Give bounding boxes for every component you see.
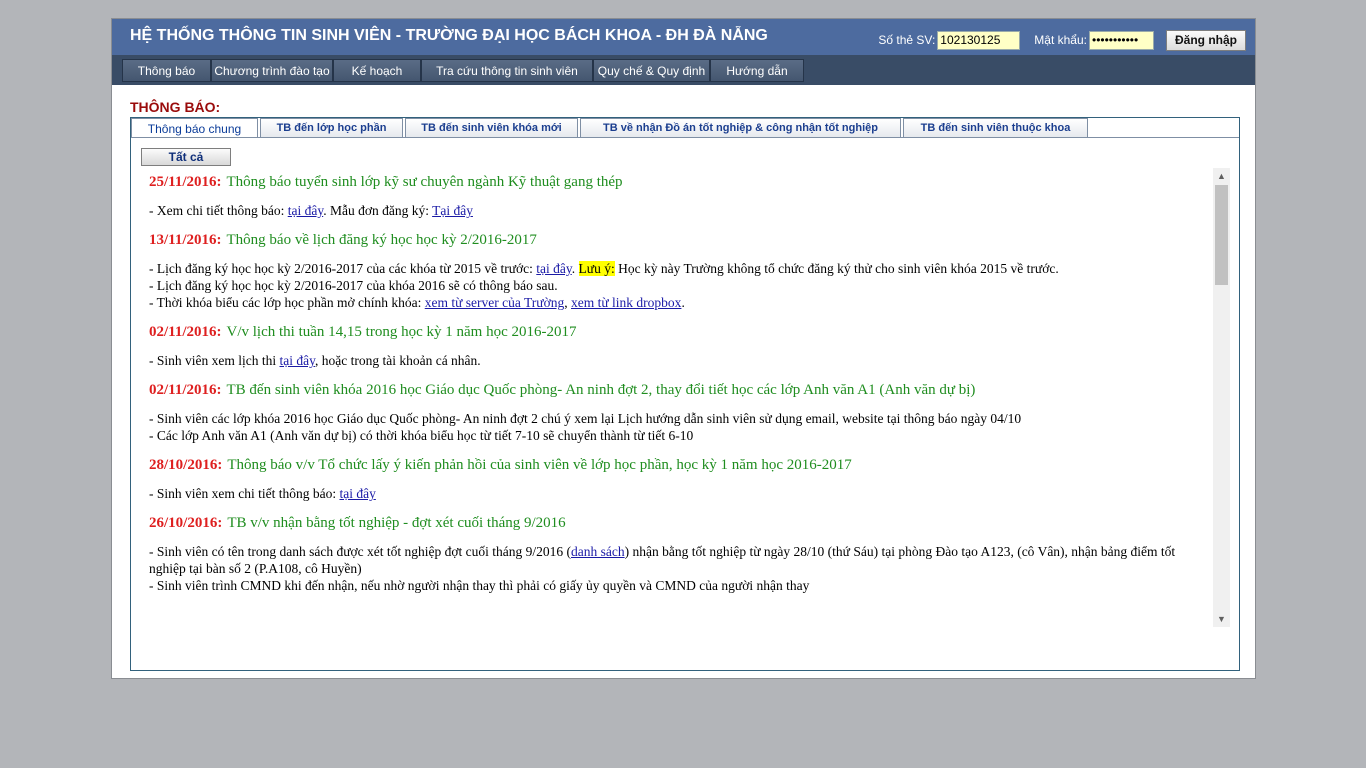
tab-new-students[interactable]: TB đến sinh viên khóa mới xyxy=(405,118,578,137)
notice-link[interactable]: tại đây xyxy=(280,353,315,368)
notice-link[interactable]: tại đây xyxy=(536,261,571,276)
notice-line: - Sinh viên có tên trong danh sách được … xyxy=(149,543,1210,577)
scroll-thumb[interactable] xyxy=(1215,185,1228,285)
notice-list[interactable]: 25/11/2016: Thông báo tuyển sinh lớp kỹ s… xyxy=(139,168,1230,627)
notice-line: - Sinh viên xem lịch thi tại đây, hoặc t… xyxy=(149,352,1210,369)
notice-link[interactable]: xem từ server của Trường xyxy=(425,295,565,310)
notice-date: 28/10/2016: xyxy=(149,457,223,473)
notice-text: - Sinh viên có tên trong danh sách được … xyxy=(149,544,572,559)
notice-title-row: 25/11/2016: Thông báo tuyển sinh lớp kỹ s… xyxy=(149,173,1210,192)
tab-faculty[interactable]: TB đến sinh viên thuộc khoa xyxy=(903,118,1088,137)
notice-link[interactable]: tại đây xyxy=(288,203,323,218)
notice-line: - Lịch đăng ký học học kỳ 2/2016-2017 củ… xyxy=(149,278,558,293)
notice-link[interactable]: tại đây xyxy=(339,486,375,501)
notice-text: . Mẫu đơn đăng ký: xyxy=(323,203,433,218)
notice-title-row: 26/10/2016: TB v/v nhận bằng tốt nghiệp -… xyxy=(149,514,1210,533)
notice-heading: THÔNG BÁO: xyxy=(130,99,221,115)
notice-line: - Sinh viên xem chi tiết thông báo: tại … xyxy=(149,485,1210,502)
tab-course-class[interactable]: TB đến lớp học phần xyxy=(260,118,403,137)
notice-date: 02/11/2016: xyxy=(149,324,222,340)
notice-link[interactable]: danh sách xyxy=(571,544,625,559)
notice-link[interactable]: Tại đây xyxy=(432,203,473,218)
password-input[interactable] xyxy=(1089,30,1154,50)
notice-panel: Thông báo chung TB đến lớp học phần TB đ… xyxy=(130,117,1240,671)
notice-text: - Thời khóa biểu các lớp học phần mở chí… xyxy=(149,295,425,310)
student-id-input[interactable] xyxy=(937,30,1021,50)
notice-text: . xyxy=(571,261,579,276)
notice-title: TB v/v nhận bằng tốt nghiệp - đợt xét cu… xyxy=(227,515,566,531)
notice-line: - Sinh viên các lớp khóa 2016 học Giáo d… xyxy=(149,411,1022,426)
tab-general[interactable]: Thông báo chung xyxy=(131,118,258,138)
notice-text: , xyxy=(564,295,571,310)
notice-text: , hoặc trong tài khoản cá nhân. xyxy=(314,353,481,368)
notice-link[interactable]: xem từ link dropbox xyxy=(571,295,681,310)
notice-text: - Xem chi tiết thông báo: xyxy=(149,203,288,218)
notice-title: V/v lịch thi tuần 14,15 trong học kỳ 1 n… xyxy=(226,324,577,340)
notice-line: - Các lớp Anh văn A1 (Anh văn dự bị) có … xyxy=(149,428,694,443)
nav-item-notices[interactable]: Thông báo xyxy=(122,59,211,82)
notice-date: 02/11/2016: xyxy=(149,382,222,398)
notice-item: 28/10/2016: Thông báo v/v Tổ chức lấy ý k… xyxy=(149,456,1210,502)
notice-title-row: 13/11/2016: Thông báo về lịch đăng ký học… xyxy=(149,231,1210,250)
notice-item: 25/11/2016: Thông báo tuyển sinh lớp kỹ s… xyxy=(149,173,1210,219)
notice-text: . xyxy=(681,295,685,310)
filter-all-button[interactable]: Tất cả xyxy=(141,148,231,166)
notice-item: 02/11/2016: TB đến sinh viên khóa 2016 họ… xyxy=(149,381,1210,444)
nav-item-curriculum[interactable]: Chương trình đào tạo xyxy=(211,59,333,82)
notice-title: Thông báo về lịch đăng ký học học kỳ 2/2… xyxy=(226,232,537,248)
notice-text: - Sinh viên xem lịch thi xyxy=(149,353,280,368)
notice-line: - Lịch đăng ký học học kỳ 2/2016-2017 củ… xyxy=(149,260,1210,277)
notice-title-row: 02/11/2016: TB đến sinh viên khóa 2016 họ… xyxy=(149,381,1210,400)
scroll-up-icon[interactable]: ▲ xyxy=(1213,168,1230,184)
tab-divider xyxy=(131,137,1239,138)
notice-line: - Sinh viên trình CMND khi đến nhận, nếu… xyxy=(149,578,810,593)
login-button[interactable]: Đăng nhập xyxy=(1166,29,1246,51)
notice-title-row: 02/11/2016: V/v lịch thi tuần 14,15 trong… xyxy=(149,323,1210,342)
notice-tabs: Thông báo chung TB đến lớp học phần TB đ… xyxy=(131,118,1090,138)
notice-highlight: Lưu ý: xyxy=(578,261,615,276)
nav-item-regulations[interactable]: Quy chế & Quy định xyxy=(593,59,710,82)
main-nav: Thông báo Chương trình đào tạo Kế hoạch … xyxy=(112,55,1255,85)
notice-text: - Lịch đăng ký học học kỳ 2/2016-2017 củ… xyxy=(149,261,537,276)
notice-title: Thông báo v/v Tổ chức lấy ý kiến phản hồ… xyxy=(227,457,852,473)
tab-graduation[interactable]: TB về nhận Đồ án tốt nghiệp & công nhận … xyxy=(580,118,901,137)
notice-list-content: 25/11/2016: Thông báo tuyển sinh lớp kỹ s… xyxy=(139,168,1210,606)
notice-text: - Sinh viên xem chi tiết thông báo: xyxy=(149,486,340,501)
student-id-label: Số thẻ SV: xyxy=(878,33,936,47)
notice-title-row: 28/10/2016: Thông báo v/v Tổ chức lấy ý k… xyxy=(149,456,1210,475)
notice-date: 13/11/2016: xyxy=(149,232,222,248)
page-frame: HỆ THỐNG THÔNG TIN SINH VIÊN - TRƯỜNG ĐẠ… xyxy=(111,18,1256,679)
nav-item-student-lookup[interactable]: Tra cứu thông tin sinh viên xyxy=(421,59,593,82)
password-label: Mật khẩu: xyxy=(1034,33,1087,47)
header: HỆ THỐNG THÔNG TIN SINH VIÊN - TRƯỜNG ĐẠ… xyxy=(112,19,1255,55)
login-form: Số thẻ SV: Mật khẩu: Đăng nhập xyxy=(878,29,1246,51)
notice-title: Thông báo tuyển sinh lớp kỹ sư chuyên ng… xyxy=(226,174,623,190)
notice-item: 26/10/2016: TB v/v nhận bằng tốt nghiệp -… xyxy=(149,514,1210,594)
notice-scrollbar[interactable]: ▲ ▼ xyxy=(1213,168,1230,627)
nav-item-guide[interactable]: Hướng dẫn xyxy=(710,59,804,82)
notice-item: 13/11/2016: Thông báo về lịch đăng ký học… xyxy=(149,231,1210,311)
notice-item: 02/11/2016: V/v lịch thi tuần 14,15 trong… xyxy=(149,323,1210,369)
nav-menu: Thông báo Chương trình đào tạo Kế hoạch … xyxy=(122,59,804,82)
notice-date: 25/11/2016: xyxy=(149,174,222,190)
notice-line: - Xem chi tiết thông báo: tại đây. Mẫu đ… xyxy=(149,202,1210,219)
notice-title: TB đến sinh viên khóa 2016 học Giáo dục … xyxy=(226,382,976,398)
nav-item-plan[interactable]: Kế hoạch xyxy=(333,59,421,82)
notice-date: 26/10/2016: xyxy=(149,515,223,531)
notice-line: - Thời khóa biểu các lớp học phần mở chí… xyxy=(149,294,1210,311)
site-title: HỆ THỐNG THÔNG TIN SINH VIÊN - TRƯỜNG ĐẠ… xyxy=(130,27,768,44)
scroll-down-icon[interactable]: ▼ xyxy=(1213,611,1230,627)
notice-text: Học kỳ này Trường không tổ chức đăng ký … xyxy=(614,261,1059,276)
